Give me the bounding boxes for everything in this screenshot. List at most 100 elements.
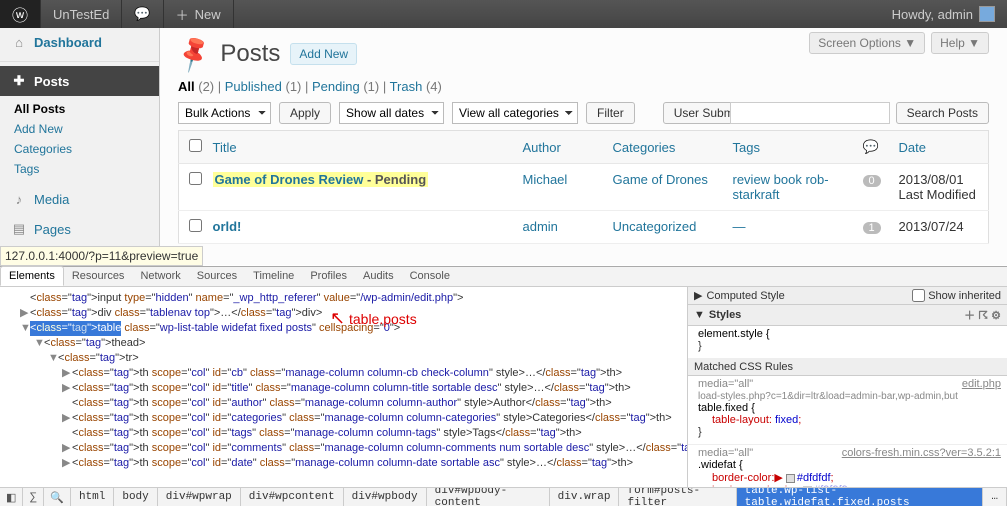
cell-tags[interactable]: review book rob-starkraft	[723, 164, 853, 211]
css-prop[interactable]: border-color	[712, 472, 771, 484]
add-new-button[interactable]: Add New	[290, 43, 357, 65]
color-swatch[interactable]	[803, 486, 812, 487]
devtools-tab-console[interactable]: Console	[402, 267, 458, 286]
site-name[interactable]: UnTestEd	[41, 0, 122, 28]
source-link[interactable]: colors-fresh.min.css?ver=3.5.2:1	[842, 447, 1001, 459]
show-inherited-checkbox[interactable]	[912, 289, 925, 302]
howdy-account[interactable]: Howdy, admin	[880, 0, 1007, 28]
filter-all[interactable]: All	[178, 79, 195, 94]
col-comments[interactable]: 💬	[853, 131, 889, 164]
toggle-state-icon[interactable]: ☈	[978, 310, 988, 322]
dock-icon[interactable]: ◧	[0, 488, 23, 506]
cell-author[interactable]: Michael	[513, 164, 603, 211]
col-author[interactable]: Author	[513, 131, 603, 164]
row-checkbox[interactable]	[189, 172, 202, 185]
breadcrumb-item[interactable]: div#wpcontent	[241, 488, 344, 506]
cell-comments[interactable]: 1	[853, 211, 889, 244]
col-date[interactable]: Date	[889, 131, 989, 164]
categories-select[interactable]: View all categories	[452, 102, 578, 124]
submenu-add-new[interactable]: Add New	[14, 119, 159, 139]
breadcrumb-item[interactable]: html	[71, 488, 114, 506]
breadcrumb-item[interactable]: table.wp-list-table.widefat.fixed.posts	[737, 488, 984, 506]
selector[interactable]: element.style {	[698, 328, 770, 340]
devtools-tab-audits[interactable]: Audits	[355, 267, 402, 286]
filter-trash[interactable]: Trash	[390, 79, 423, 94]
dom-line[interactable]: <class="tag">input type="hidden" name="_…	[6, 291, 681, 306]
selector[interactable]: .widefat {	[698, 459, 743, 471]
new-content[interactable]: ＋New	[164, 0, 234, 28]
dom-line[interactable]: ▼<class="tag">thead>	[6, 336, 681, 351]
css-value[interactable]: #f9f9f9	[814, 484, 848, 487]
filter-published[interactable]: Published	[225, 79, 282, 94]
css-value[interactable]: #dfdfdf	[797, 472, 831, 484]
computed-style-header[interactable]: Computed Style	[706, 290, 784, 302]
cell-author[interactable]: admin	[513, 211, 603, 244]
devtools-tab-profiles[interactable]: Profiles	[302, 267, 355, 286]
dom-tree[interactable]: ↖ table.posts <class="tag">input type="h…	[0, 287, 687, 487]
col-categories[interactable]: Categories	[603, 131, 723, 164]
devtools-tab-network[interactable]: Network	[132, 267, 188, 286]
breadcrumb-item[interactable]: …	[983, 488, 1007, 506]
dom-line[interactable]: ▶<class="tag">th scope="col" id="date" c…	[6, 456, 681, 471]
filter-button[interactable]: Filter	[586, 102, 635, 124]
bulk-actions-select[interactable]: Bulk Actions	[178, 102, 271, 124]
devtools-tab-elements[interactable]: Elements	[0, 266, 64, 286]
css-prop[interactable]: table-layout	[712, 414, 769, 426]
dates-select[interactable]: Show all dates	[339, 102, 444, 124]
menu-dashboard[interactable]: ⌂Dashboard	[0, 28, 159, 57]
console-icon[interactable]: ∑	[23, 488, 44, 506]
selector[interactable]: table.fixed {	[698, 402, 755, 414]
menu-pages[interactable]: ▤Pages	[0, 214, 159, 244]
menu-posts[interactable]: ✚Posts	[0, 66, 159, 96]
wp-logo[interactable]: ⓦ	[0, 0, 41, 28]
submenu-categories[interactable]: Categories	[14, 139, 159, 159]
color-swatch[interactable]	[786, 474, 795, 483]
breadcrumb-item[interactable]: div#wpwrap	[158, 488, 241, 506]
cell-categories[interactable]: Uncategorized	[603, 211, 723, 244]
cell-categories[interactable]: Game of Drones	[603, 164, 723, 211]
filter-pending[interactable]: Pending	[312, 79, 360, 94]
dom-line[interactable]: ▶<class="tag">th scope="col" id="categor…	[6, 411, 681, 426]
styles-header[interactable]: Styles	[709, 309, 741, 321]
submenu-all-posts[interactable]: All Posts	[14, 99, 159, 119]
breadcrumb-item[interactable]: form#posts-filter	[619, 488, 736, 506]
expand-icon[interactable]: ▶	[694, 289, 702, 302]
source-link[interactable]: edit.php	[962, 378, 1001, 390]
inspect-icon[interactable]: 🔍	[44, 488, 71, 506]
col-tags[interactable]: Tags	[723, 131, 853, 164]
devtools-tab-timeline[interactable]: Timeline	[245, 267, 302, 286]
search-input[interactable]	[730, 102, 890, 124]
apply-button[interactable]: Apply	[279, 102, 331, 124]
devtools-tab-sources[interactable]: Sources	[189, 267, 245, 286]
comments-bubble[interactable]: 💬	[122, 0, 163, 28]
dom-line[interactable]: ▼<class="tag">tr>	[6, 351, 681, 366]
help-tab[interactable]: Help ▼	[931, 32, 989, 54]
dom-line[interactable]: <class="tag">th scope="col" id="tags" cl…	[6, 426, 681, 441]
cell-title[interactable]: Game of Drones Review - Pending	[203, 164, 513, 211]
cell-title[interactable]: orld!	[203, 211, 513, 244]
gear-icon[interactable]: ⚙	[991, 310, 1001, 322]
css-value[interactable]: fixed	[775, 414, 798, 426]
breadcrumb-item[interactable]: body	[114, 488, 157, 506]
status-filters: All (2) | Published (1) | Pending (1) | …	[178, 79, 989, 94]
dom-line[interactable]: ▶<class="tag">th scope="col" id="comment…	[6, 441, 681, 456]
breadcrumb-item[interactable]: div#wpbody-content	[427, 488, 550, 506]
col-title[interactable]: Title	[203, 131, 513, 164]
select-all-checkbox[interactable]	[189, 139, 202, 152]
breadcrumb-item[interactable]: div#wpbody	[344, 488, 427, 506]
expand-icon[interactable]: ▼	[694, 309, 705, 321]
dom-line[interactable]: ▶<class="tag">th scope="col" id="title" …	[6, 381, 681, 396]
css-prop[interactable]: background-color	[712, 484, 797, 487]
row-checkbox[interactable]	[189, 219, 202, 232]
submenu-tags[interactable]: Tags	[14, 159, 159, 179]
devtools-tab-resources[interactable]: Resources	[64, 267, 133, 286]
cell-comments[interactable]: 0	[853, 164, 889, 211]
screen-options-tab[interactable]: Screen Options ▼	[809, 32, 925, 54]
menu-media[interactable]: ♪Media	[0, 185, 159, 214]
dom-line[interactable]: <class="tag">th scope="col" id="author" …	[6, 396, 681, 411]
new-rule-icon[interactable]: ＋	[964, 310, 975, 322]
cell-tags[interactable]: —	[723, 211, 853, 244]
breadcrumb-item[interactable]: div.wrap	[550, 488, 620, 506]
dom-line[interactable]: ▶<class="tag">th scope="col" id="cb" cla…	[6, 366, 681, 381]
search-button[interactable]: Search Posts	[896, 102, 989, 124]
